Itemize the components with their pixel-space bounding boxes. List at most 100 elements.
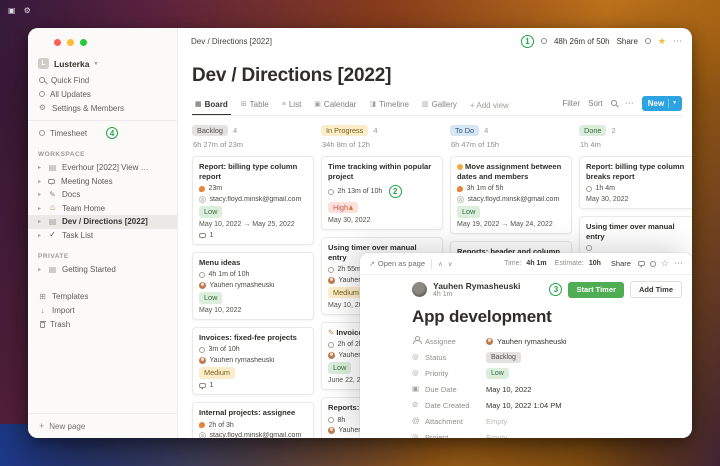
sidebar-item-label: All Updates [50, 90, 91, 99]
sidebar-item-meeting-notes[interactable]: ▸Meeting Notes [28, 175, 177, 189]
sort-button[interactable]: Sort [588, 99, 603, 108]
view-options-icon[interactable]: ⋯ [625, 99, 634, 108]
comments-icon[interactable] [638, 261, 645, 266]
card-time-row[interactable]: 4h 1m of 10h [199, 271, 307, 278]
workspace-switcher[interactable]: L Lusterka ▾ [28, 54, 177, 73]
filter-button[interactable]: Filter [562, 99, 580, 108]
prev-record-icon[interactable]: ∧ [438, 260, 443, 268]
expand-toggle-icon[interactable]: ▸ [38, 164, 43, 171]
tab-board[interactable]: ▦Board [192, 98, 231, 115]
close-window-button[interactable] [54, 39, 61, 46]
kanban-card[interactable]: Menu ideas4h 1m of 10hYauhen rymasheuski… [192, 252, 314, 320]
card-time: 3h 1m of 5h [467, 185, 504, 192]
property-label: Priority [425, 369, 486, 378]
property-value[interactable]: Empty [486, 433, 507, 438]
property-value[interactable]: Backlog [486, 352, 521, 363]
share-button[interactable]: Share [617, 37, 638, 46]
expand-toggle-icon[interactable]: ▸ [38, 266, 43, 273]
card-time: 2h 55m [338, 266, 361, 273]
display-icon[interactable]: ▣ [8, 6, 16, 15]
card-time-row[interactable] [586, 245, 692, 251]
page-time-summary[interactable]: 48h 26m of 50h [554, 37, 610, 46]
property-value[interactable]: Empty [486, 417, 507, 426]
card-time-row[interactable]: 2h of 3h [199, 422, 307, 429]
favorite-star-icon[interactable]: ★ [658, 37, 666, 46]
zoom-window-button[interactable] [80, 39, 87, 46]
sidebar-item-all-updates[interactable]: All Updates [28, 87, 177, 101]
sidebar-item-getting-started[interactable]: ▸▤Getting Started [28, 263, 177, 277]
time-value[interactable]: 4h 1m [526, 260, 546, 267]
property-row-due-date: ▣Due DateMay 10, 2022 [412, 381, 692, 397]
expand-toggle-icon[interactable]: ▸ [38, 191, 43, 198]
column-status-badge[interactable]: In Progress [321, 125, 368, 136]
kanban-card[interactable]: Invoices: fixed-fee projects3m of 10hYau… [192, 327, 314, 395]
start-timer-button[interactable]: Start Timer [568, 282, 623, 298]
chevron-down-icon: ▾ [673, 100, 676, 107]
everhour-timer-icon[interactable] [541, 38, 547, 44]
gear-icon[interactable]: ⚙ [24, 6, 31, 15]
kanban-card[interactable]: Report: billing type column report23mSst… [192, 156, 314, 245]
property-value[interactable]: Yauhen rymasheuski [486, 337, 566, 346]
kanban-card[interactable]: Internal projects: assignee2h of 3hSstac… [192, 402, 314, 438]
sidebar-item-everhour-2022-view[interactable]: ▸▤Everhour [2022] View … [28, 161, 177, 175]
add-view-button[interactable]: + Add view [467, 99, 512, 115]
more-options-icon[interactable]: ⋯ [674, 259, 683, 268]
expand-toggle-icon[interactable]: ▸ [38, 218, 43, 225]
column-time-summary: 34h 8m of 12h [322, 140, 442, 149]
tab-timeline[interactable]: ◨Timeline [366, 98, 412, 115]
desktop-shortcuts: ▣ ⚙ [8, 6, 31, 15]
favorite-star-outline-icon[interactable]: ☆ [661, 259, 669, 268]
sidebar-item-import[interactable]: ↓Import [28, 304, 177, 318]
sidebar-item-docs[interactable]: ▸✎Docs [28, 188, 177, 202]
card-priority-row: Low [199, 206, 307, 217]
sidebar-item-quick-find[interactable]: Quick Find [28, 73, 177, 87]
card-priority-row: High [328, 202, 436, 213]
column-status-badge[interactable]: Done [579, 125, 606, 136]
card-time-row[interactable]: 2h 13m of 10h2 [328, 185, 436, 198]
estimate-value[interactable]: 10h [589, 260, 601, 267]
search-icon[interactable] [611, 100, 617, 106]
card-time: 8h [338, 417, 346, 424]
next-record-icon[interactable]: ∨ [448, 260, 453, 268]
assignee-name: Yauhen rymasheuski [210, 282, 275, 289]
sidebar-item-team-home[interactable]: ▸⌂Team Home [28, 202, 177, 216]
expand-toggle-icon[interactable]: ▸ [38, 232, 43, 239]
add-time-button[interactable]: Add Time [630, 281, 682, 298]
property-value[interactable]: May 10, 2022 1:04 PM [486, 401, 561, 410]
sidebar-item-settings-members[interactable]: ⚙Settings & Members [28, 101, 177, 115]
updates-clock-icon[interactable] [650, 261, 656, 267]
tab-calendar[interactable]: ▣Calendar [311, 98, 359, 115]
minimize-window-button[interactable] [67, 39, 74, 46]
tab-list[interactable]: ≡List [279, 98, 305, 115]
property-value[interactable]: May 10, 2022 [486, 385, 531, 394]
sidebar-item-timesheet[interactable]: Timesheet 4 [28, 126, 177, 140]
more-options-icon[interactable]: ⋯ [673, 37, 682, 46]
card-time-row[interactable]: 3h 1m of 5h [457, 185, 565, 192]
card-time-row[interactable]: 1h 4m [586, 185, 692, 192]
sidebar-item-task-list[interactable]: ▸✓Task List [28, 229, 177, 243]
column-status-badge[interactable]: Backlog [192, 125, 228, 136]
column-status-badge[interactable]: To Do [450, 125, 479, 136]
card-time-row[interactable]: 23m [199, 185, 307, 192]
sidebar-item-dev-directions-2022[interactable]: ▸▤Dev / Directions [2022] [28, 215, 177, 229]
card-time: 2h 13m of 10h [338, 188, 383, 195]
kanban-card[interactable]: Move assignment between dates and member… [450, 156, 572, 234]
expand-toggle-icon[interactable]: ▸ [38, 178, 43, 185]
sidebar-item-trash[interactable]: Trash [28, 318, 177, 332]
card-time-row[interactable]: 3m of 10h [199, 346, 307, 353]
tab-table[interactable]: ⊞Table [238, 98, 272, 115]
kanban-card[interactable]: Time tracking within popular project2h 1… [321, 156, 443, 230]
property-value[interactable]: Low [486, 368, 509, 379]
sidebar-item-templates[interactable]: ⊞Templates [28, 290, 177, 304]
modal-share-button[interactable]: Share [611, 259, 631, 268]
open-as-page-button[interactable]: ↗ Open as page [369, 259, 425, 268]
expand-toggle-icon[interactable]: ▸ [38, 205, 43, 212]
kanban-card[interactable]: Report: billing type column breaks repor… [579, 156, 692, 209]
breadcrumb[interactable]: Dev / Directions [2022] [191, 37, 272, 46]
new-button[interactable]: New ▾ [642, 96, 682, 111]
tab-gallery[interactable]: ▥Gallery [419, 98, 460, 115]
workspace-logo: L [38, 58, 49, 69]
column-count: 4 [373, 126, 377, 135]
new-page-button[interactable]: + New page [28, 413, 177, 438]
updates-clock-icon[interactable] [645, 38, 651, 44]
